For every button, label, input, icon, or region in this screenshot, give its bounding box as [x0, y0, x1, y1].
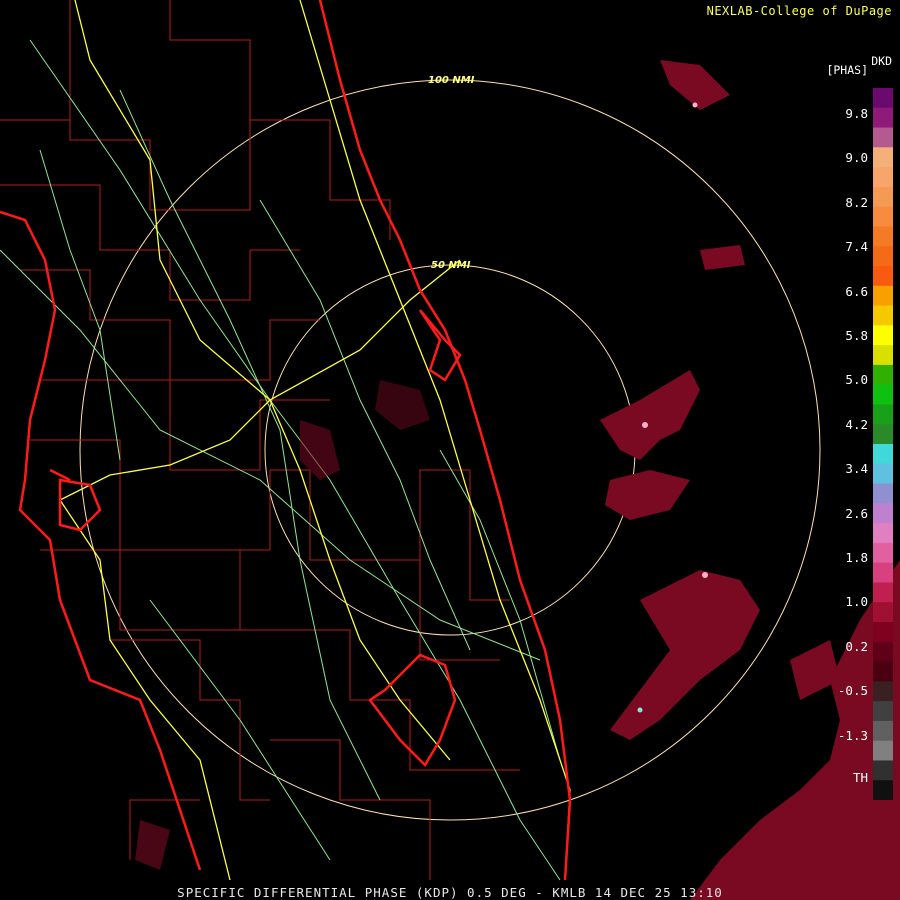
- ring-label-100: 100 NMI: [428, 75, 475, 86]
- legend-label: 8.2: [845, 194, 868, 210]
- legend-label: -0.5: [837, 683, 868, 699]
- legend-label: 1.8: [845, 550, 868, 565]
- scale-swatch: [873, 701, 893, 722]
- product-label: [PHAS]: [826, 63, 868, 77]
- scale-swatch: [873, 246, 893, 267]
- scale-swatch: [873, 463, 893, 485]
- scale-swatch: [873, 780, 893, 800]
- scale-swatch: [873, 305, 893, 326]
- scale-swatch: [873, 622, 893, 643]
- scale-swatch: [873, 345, 893, 366]
- scale-swatch: [873, 562, 893, 583]
- scale-swatch: [873, 542, 893, 564]
- scale-swatch: [873, 364, 893, 386]
- scale-swatch: [873, 384, 893, 405]
- scale-swatch: [873, 720, 893, 742]
- legend-label: 4.2: [845, 416, 868, 432]
- scale-swatch: [873, 483, 893, 504]
- scale-swatch: [873, 661, 893, 682]
- scale-swatch: [873, 681, 893, 702]
- scale-swatch: [873, 285, 893, 307]
- scale-swatch: [873, 147, 893, 168]
- roads: [0, 39, 561, 881]
- scale-swatch: [873, 444, 893, 465]
- echo-band-east: [600, 370, 700, 460]
- legend-label: 5.0: [845, 372, 868, 388]
- scale-swatch: [873, 582, 893, 603]
- legend-label: 6.6: [845, 283, 868, 299]
- scale-swatch: [873, 127, 893, 148]
- scale-swatch: [873, 266, 893, 287]
- color-scale: [873, 88, 893, 800]
- product-caption: SPECIFIC DIFFERENTIAL PHASE (KDP) 0.5 DE…: [177, 885, 723, 900]
- scale-swatch: [873, 503, 893, 524]
- scale-swatch: [873, 641, 893, 663]
- range-rings: [79, 79, 821, 821]
- scale-swatch: [873, 740, 893, 761]
- legend-label: 3.4: [845, 461, 868, 477]
- scale-swatch: [873, 325, 893, 346]
- unit-label: DKD: [871, 54, 892, 68]
- scale-swatch: [873, 167, 893, 188]
- credit-label: NEXLAB-College of DuPage: [706, 4, 892, 18]
- legend-label: 9.0: [845, 150, 868, 166]
- radar-map: 100 NMI 50 NMI: [0, 0, 900, 900]
- legend-label: TH: [852, 770, 868, 785]
- scale-swatch: [873, 88, 893, 109]
- legend-label: -1.3: [837, 727, 868, 743]
- scale-swatch: [873, 107, 893, 129]
- scale-swatch: [873, 186, 893, 208]
- scale-swatch: [873, 602, 893, 623]
- scale-swatch: [873, 523, 893, 544]
- scale-swatch: [873, 760, 893, 781]
- legend-label: 9.8: [845, 106, 868, 121]
- legend-label: 5.8: [845, 328, 868, 343]
- scale-swatch: [873, 404, 893, 425]
- scale-swatch: [873, 424, 893, 445]
- range-ring-100: [79, 79, 821, 821]
- legend-label: 7.4: [845, 239, 868, 255]
- legend-label: 1.0: [845, 594, 868, 610]
- ring-label-50: 50 NMI: [431, 260, 471, 271]
- scale-swatch: [873, 206, 893, 227]
- legend-label: 2.6: [845, 505, 868, 521]
- coastlines: [0, 0, 861, 881]
- scale-swatch: [873, 226, 893, 247]
- legend-label: 0.2: [845, 638, 868, 654]
